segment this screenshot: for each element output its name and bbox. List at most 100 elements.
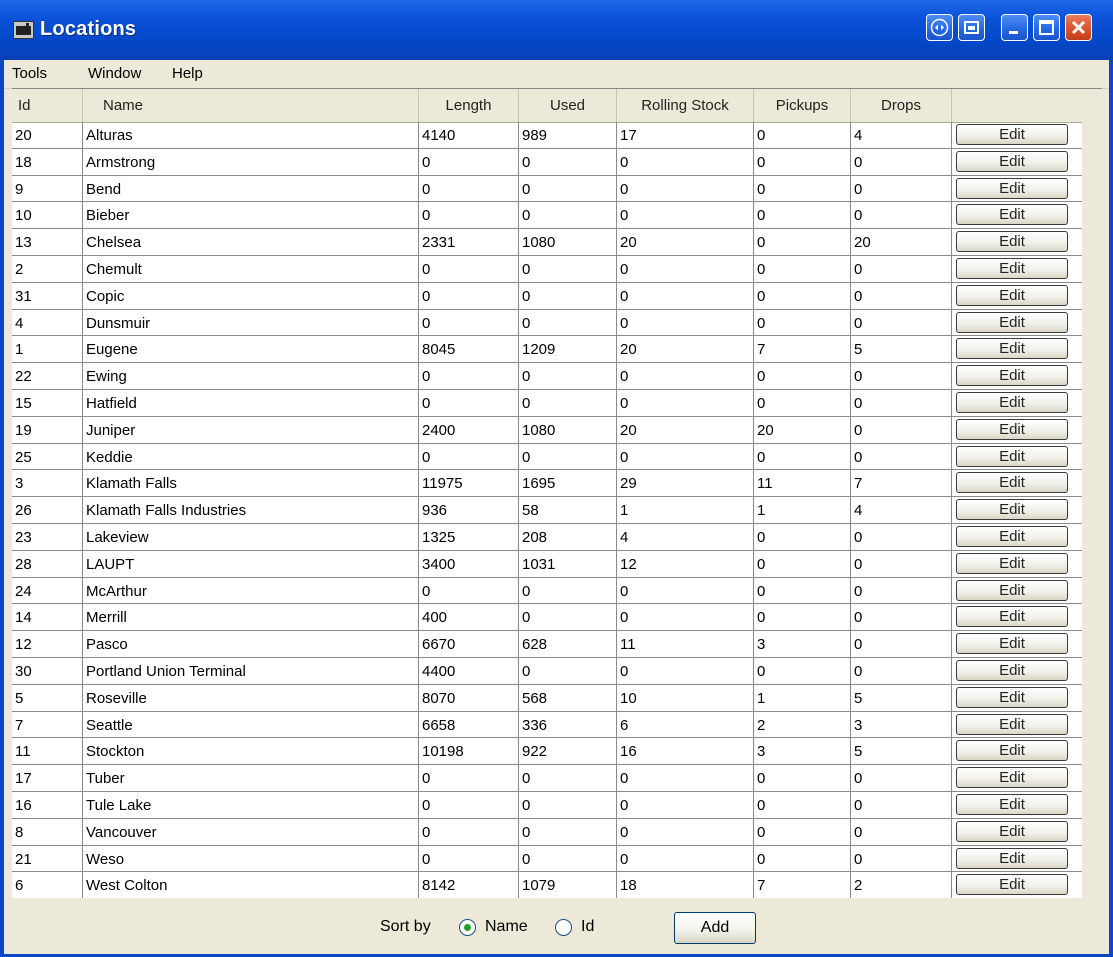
cell-id[interactable]: 17 [12,765,83,792]
edit-button[interactable]: Edit [956,177,1068,199]
cell-pickups[interactable]: 0 [754,818,851,846]
cell-drops[interactable]: 0 [851,390,952,417]
close-icon[interactable] [1065,14,1092,41]
cell-used[interactable]: 568 [519,684,617,712]
cell-length[interactable]: 0 [419,577,519,605]
cell-rolling-stock[interactable]: 1 [617,497,754,524]
cell-name[interactable]: Copic [83,282,419,310]
cell-pickups[interactable]: 1 [754,684,851,712]
cell-length[interactable]: 0 [419,202,519,230]
cell-name[interactable]: Juniper [83,416,419,444]
table-row[interactable]: 28 LAUPT 3400 1031 12 0 0 Edit [12,550,1082,578]
cell-name[interactable]: Armstrong [83,148,419,176]
column-header-drops[interactable]: Drops [851,89,952,122]
cell-id[interactable]: 19 [12,416,83,444]
cell-pickups[interactable]: 20 [754,416,851,444]
edit-button[interactable]: Edit [956,204,1068,226]
cell-rolling-stock[interactable]: 6 [617,711,754,739]
cell-id[interactable]: 28 [12,550,83,578]
table-row[interactable]: 15 Hatfield 0 0 0 0 0 Edit [12,390,1082,417]
edit-button[interactable]: Edit [956,686,1068,708]
cell-id[interactable]: 23 [12,524,83,551]
menu-tools[interactable]: Tools [12,60,47,88]
cell-name[interactable]: Hatfield [83,390,419,417]
cell-drops[interactable]: 0 [851,658,952,685]
cell-rolling-stock[interactable]: 0 [617,765,754,792]
cell-name[interactable]: McArthur [83,577,419,605]
cell-id[interactable]: 6 [12,872,83,900]
cell-name[interactable]: Tule Lake [83,792,419,819]
cell-rolling-stock[interactable]: 20 [617,229,754,256]
cell-drops[interactable]: 2 [851,872,952,900]
edit-button[interactable]: Edit [956,633,1068,655]
cell-rolling-stock[interactable]: 0 [617,175,754,203]
cell-used[interactable]: 1080 [519,416,617,444]
edit-button[interactable]: Edit [956,392,1068,413]
cell-name[interactable]: Klamath Falls [83,470,419,498]
cell-rolling-stock[interactable]: 11 [617,631,754,658]
cell-id[interactable]: 25 [12,443,83,471]
cell-length[interactable]: 0 [419,282,519,310]
cell-id[interactable]: 2 [12,256,83,283]
cell-used[interactable]: 0 [519,818,617,846]
menu-help[interactable]: Help [172,60,203,88]
cell-name[interactable]: Alturas [83,122,419,149]
cell-rolling-stock[interactable]: 29 [617,470,754,498]
cell-length[interactable]: 3400 [419,550,519,578]
cell-pickups[interactable]: 11 [754,470,851,498]
cell-used[interactable]: 0 [519,282,617,310]
cell-pickups[interactable]: 1 [754,497,851,524]
cell-id[interactable]: 10 [12,202,83,230]
cell-name[interactable]: Klamath Falls Industries [83,497,419,524]
cell-name[interactable]: Ewing [83,363,419,390]
cell-drops[interactable]: 0 [851,443,952,471]
cell-length[interactable]: 2400 [419,416,519,444]
cell-used[interactable]: 0 [519,202,617,230]
cell-drops[interactable]: 5 [851,738,952,766]
edit-button[interactable]: Edit [956,150,1068,172]
column-header-name[interactable]: Name [83,89,419,122]
table-row[interactable]: 8 Vancouver 0 0 0 0 0 Edit [12,818,1082,846]
cell-pickups[interactable]: 0 [754,550,851,578]
cell-id[interactable]: 11 [12,738,83,766]
cell-name[interactable]: Seattle [83,711,419,739]
table-row[interactable]: 10 Bieber 0 0 0 0 0 Edit [12,202,1082,230]
cell-name[interactable]: Chelsea [83,229,419,256]
cell-rolling-stock[interactable]: 20 [617,336,754,364]
cell-drops[interactable]: 0 [851,604,952,632]
edit-button[interactable]: Edit [956,794,1068,815]
edit-button[interactable]: Edit [956,740,1068,762]
cell-drops[interactable]: 7 [851,470,952,498]
edit-button[interactable]: Edit [956,338,1068,360]
cell-id[interactable]: 18 [12,148,83,176]
cell-id[interactable]: 24 [12,577,83,605]
table-row[interactable]: 1 Eugene 8045 1209 20 7 5 Edit [12,336,1082,364]
cell-length[interactable]: 0 [419,765,519,792]
cell-used[interactable]: 989 [519,122,617,149]
cell-name[interactable]: Lakeview [83,524,419,551]
cell-pickups[interactable]: 0 [754,524,851,551]
cell-id[interactable]: 22 [12,363,83,390]
cell-id[interactable]: 8 [12,818,83,846]
cell-length[interactable]: 0 [419,363,519,390]
cell-id[interactable]: 4 [12,309,83,337]
sort-id-label[interactable]: Id [581,918,594,936]
cell-drops[interactable]: 5 [851,684,952,712]
cell-rolling-stock[interactable]: 0 [617,604,754,632]
cell-id[interactable]: 30 [12,658,83,685]
table-row[interactable]: 14 Merrill 400 0 0 0 0 Edit [12,604,1082,632]
table-row[interactable]: 21 Weso 0 0 0 0 0 Edit [12,845,1082,873]
cell-drops[interactable]: 0 [851,765,952,792]
cell-rolling-stock[interactable]: 0 [617,363,754,390]
cell-length[interactable]: 0 [419,443,519,471]
cell-used[interactable]: 0 [519,577,617,605]
cell-length[interactable]: 11975 [419,470,519,498]
table-row[interactable]: 30 Portland Union Terminal 4400 0 0 0 0 Edit [12,658,1082,685]
table-row[interactable]: 7 Seattle 6658 336 6 2 3 Edit [12,711,1082,739]
cell-name[interactable]: Bieber [83,202,419,230]
cell-length[interactable]: 8070 [419,684,519,712]
cell-drops[interactable]: 0 [851,202,952,230]
cell-pickups[interactable]: 0 [754,658,851,685]
cell-id[interactable]: 1 [12,336,83,364]
table-row[interactable]: 22 Ewing 0 0 0 0 0 Edit [12,363,1082,390]
